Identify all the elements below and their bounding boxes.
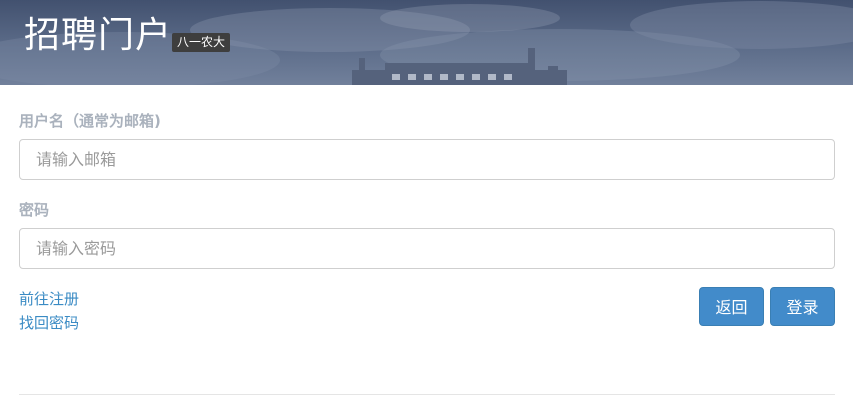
- username-label: 用户名（通常为邮箱): [19, 112, 161, 130]
- password-label: 密码: [19, 201, 50, 219]
- username-input[interactable]: [19, 139, 835, 180]
- password-input[interactable]: [19, 228, 835, 269]
- header-banner: 招聘门户 八一农大: [0, 0, 853, 85]
- footer-divider: [19, 394, 835, 395]
- register-link[interactable]: 前往注册: [19, 289, 79, 309]
- page-title: 招聘门户: [24, 15, 173, 56]
- back-button[interactable]: 返回: [699, 287, 764, 326]
- login-button[interactable]: 登录: [770, 287, 835, 326]
- login-page: 招聘门户 八一农大 用户名（通常为邮箱) 密码 前往注册 找回密码 返回 登录: [0, 0, 853, 406]
- forgot-password-link[interactable]: 找回密码: [19, 313, 79, 333]
- institution-badge: 八一农大: [172, 33, 231, 52]
